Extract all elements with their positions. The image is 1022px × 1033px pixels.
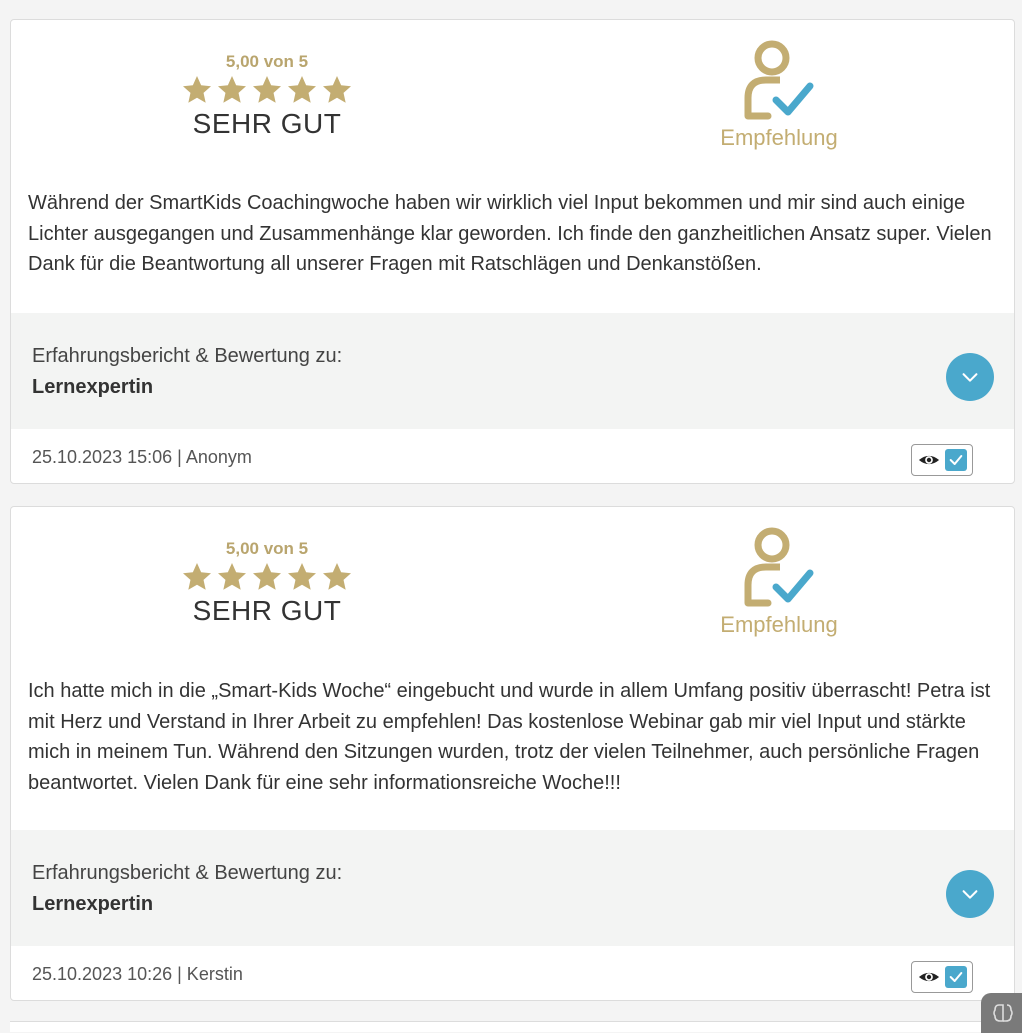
star-icon (323, 76, 351, 103)
review-about-label: Erfahrungsbericht & Bewertung zu: (32, 862, 343, 884)
checkmark-icon (949, 455, 962, 465)
verified-checkbox (944, 449, 967, 471)
eye-icon (918, 455, 939, 465)
chevron-down-icon (962, 890, 978, 899)
star-rating (181, 74, 353, 106)
recommendation-block: Empfehlung (709, 36, 849, 151)
verification-badge[interactable] (911, 444, 973, 476)
rating-verdict: SEHR GUT (192, 108, 342, 139)
star-icon (323, 563, 351, 590)
review-date-author: 25.10.2023 15:06 | Anonym (32, 447, 252, 467)
checkmark-icon (949, 972, 962, 982)
product-name: Lernexpertin (32, 893, 154, 915)
verification-badge[interactable] (911, 961, 973, 993)
chevron-down-icon (962, 373, 978, 382)
product-info-band: Erfahrungsbericht & Bewertung zu: Lernex… (11, 313, 1014, 429)
review-card: 5,00 von 5 SEHR GUT Empfehlung Ich hatte… (10, 506, 1015, 1001)
star-rating (181, 561, 353, 593)
star-icon (218, 76, 246, 103)
review-text: Ich hatte mich in die „Smart-Kids Woche“… (28, 680, 991, 794)
verified-checkbox (944, 966, 967, 988)
floating-widget-button[interactable] (981, 993, 1022, 1033)
product-name: Lernexpertin (32, 376, 154, 398)
rating-score: 5,00 von 5 (225, 539, 309, 558)
review-card: 5,00 von 5 SEHR GUT Empfehlung Während d… (10, 19, 1015, 484)
eye-icon (918, 972, 939, 982)
rating-score: 5,00 von 5 (225, 52, 309, 71)
rating-block: 5,00 von 5 SEHR GUT (181, 539, 353, 627)
rating-verdict: SEHR GUT (192, 595, 342, 626)
product-info-band: Erfahrungsbericht & Bewertung zu: Lernex… (11, 830, 1014, 946)
expand-button[interactable] (946, 353, 994, 401)
recommendation-label: Empfehlung (720, 125, 838, 150)
expand-button[interactable] (946, 870, 994, 918)
review-about-label: Erfahrungsbericht & Bewertung zu: (32, 345, 343, 367)
review-card-next (10, 1021, 1013, 1032)
recommendation-label: Empfehlung (720, 612, 838, 637)
star-icon (253, 76, 281, 103)
star-icon (288, 76, 316, 103)
brain-icon (993, 1004, 1013, 1022)
rating-block: 5,00 von 5 SEHR GUT (181, 52, 353, 140)
person-check-icon (744, 40, 814, 120)
review-date-author: 25.10.2023 10:26 | Kerstin (32, 964, 243, 984)
star-icon (288, 563, 316, 590)
recommendation-block: Empfehlung (709, 523, 849, 638)
review-text: Während der SmartKids Coachingwoche habe… (28, 192, 992, 275)
star-icon (218, 563, 246, 590)
person-check-icon (744, 527, 814, 607)
star-icon (253, 563, 281, 590)
star-icon (183, 76, 211, 103)
star-icon (183, 563, 211, 590)
